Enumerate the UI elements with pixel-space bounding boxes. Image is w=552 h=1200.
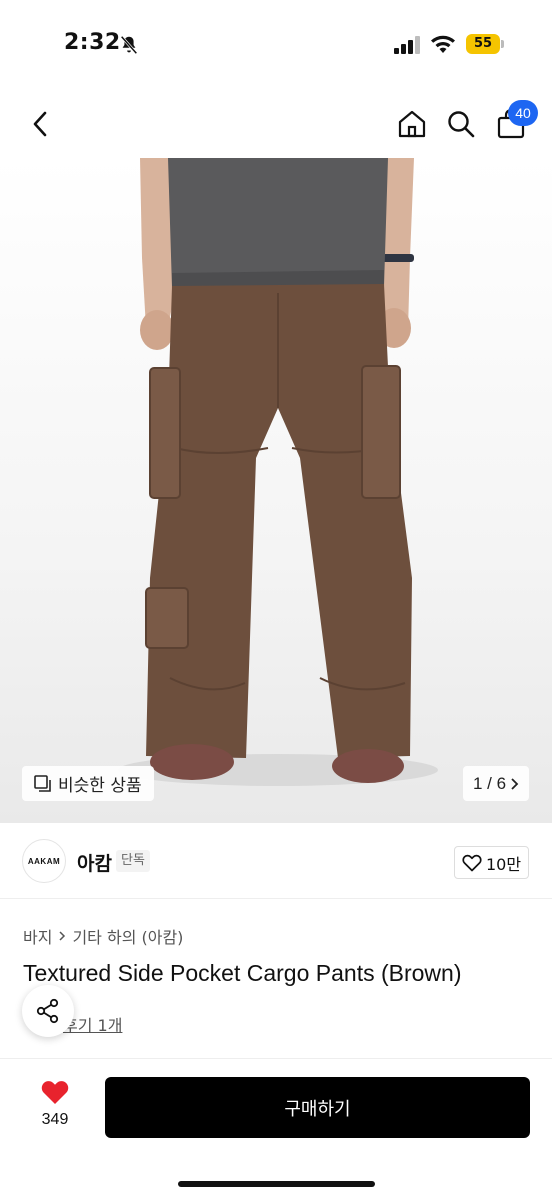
search-icon [448,111,475,138]
chevron-right-icon [511,777,519,790]
status-bar: 2:32 55 [0,0,552,90]
bottom-bar: 349 구매하기 [0,1058,552,1200]
battery-tip [501,40,504,48]
home-icon [398,110,426,138]
similar-icon [34,774,51,792]
back-button[interactable] [20,104,60,144]
similar-label: 비슷한 상품 [58,776,142,796]
brand-like-count: 10만 [485,854,522,874]
product-image[interactable] [0,158,552,823]
image-counter-text: 1 / 6 [472,773,507,793]
share-button[interactable] [22,985,74,1037]
similar-products-button[interactable]: 비슷한 상품 [22,766,154,801]
wishlist-button[interactable]: 349 [30,1079,80,1129]
top-nav [0,90,552,160]
chevron-right-icon [59,931,66,941]
wifi-icon [431,35,455,53]
exclusive-badge: 단독 [116,850,150,872]
buy-button[interactable]: 구매하기 [105,1077,530,1138]
breadcrumb: 바지 기타 하의 (아캄) [23,924,183,948]
share-icon [36,998,59,1024]
product-photo [118,158,438,786]
brand-like-button[interactable]: 10만 [454,846,529,879]
battery-icon: 55 [466,34,500,54]
cart-count-badge: 40 [508,100,538,126]
brand-logo[interactable]: AAKAM [22,839,66,883]
wishlist-count: 349 [41,1111,69,1128]
image-counter[interactable]: 1 / 6 [463,766,529,801]
brand-name[interactable]: 아캄 [77,849,112,876]
breadcrumb-subcategory[interactable]: 기타 하의 (아캄) [72,924,183,948]
brand-row: AAKAM 아캄 단독 10만 [0,823,552,899]
status-time: 2:32 [64,30,121,55]
heart-outline-icon [462,854,482,871]
bell-slash-icon [120,35,138,55]
search-button[interactable] [441,104,481,144]
home-button[interactable] [392,104,432,144]
home-indicator [178,1181,375,1187]
heart-icon [41,1081,69,1104]
back-icon [33,111,47,137]
signal-icon [394,36,420,54]
product-title: Textured Side Pocket Cargo Pants (Brown) [23,960,462,986]
breadcrumb-category[interactable]: 바지 [23,924,52,948]
